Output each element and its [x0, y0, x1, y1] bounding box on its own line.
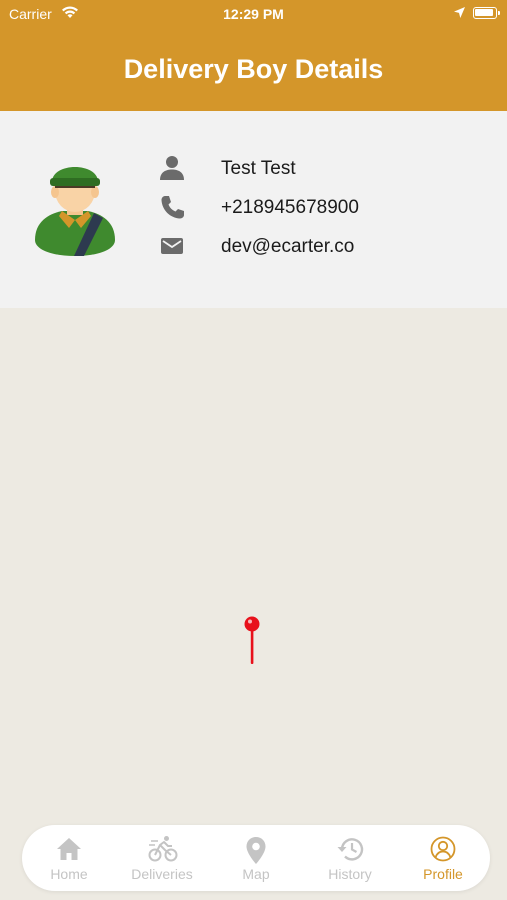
- location-arrow-icon: [454, 7, 465, 18]
- person-icon: [160, 156, 184, 180]
- phone-icon: [161, 196, 184, 219]
- profile-card: Test Test +218945678900 dev@ecarter.co: [0, 111, 507, 308]
- page-title: Delivery Boy Details: [123, 54, 384, 84]
- location-pin-marker[interactable]: [243, 615, 261, 665]
- tab-home-label: Home: [50, 866, 88, 882]
- mail-icon: [161, 238, 183, 254]
- delivery-boy-avatar: [35, 167, 115, 256]
- status-bar: Carrier 12:29 PM: [0, 0, 507, 28]
- map-pin-icon: [246, 837, 266, 864]
- map-view[interactable]: [0, 308, 507, 900]
- name-row: Test Test: [158, 153, 488, 183]
- delivery-boy-email[interactable]: dev@ecarter.co: [221, 236, 354, 258]
- profile-icon: [430, 836, 456, 862]
- tab-home[interactable]: Home: [22, 825, 116, 891]
- tab-history[interactable]: History: [303, 825, 397, 891]
- bottom-tab-bar: Home Deliveries Map History Profile: [22, 825, 490, 891]
- tab-deliveries-label: Deliveries: [131, 866, 193, 882]
- battery-icon: [473, 7, 500, 19]
- email-row: dev@ecarter.co: [158, 231, 488, 261]
- tab-map[interactable]: Map: [209, 825, 303, 891]
- delivery-boy-name: Test Test: [221, 158, 296, 179]
- tab-map-label: Map: [242, 866, 270, 882]
- tab-deliveries[interactable]: Deliveries: [115, 825, 209, 891]
- bicycle-icon: [148, 836, 178, 862]
- clock: 12:29 PM: [223, 6, 284, 22]
- history-icon: [337, 838, 364, 861]
- app-header: Delivery Boy Details: [0, 28, 507, 111]
- tab-history-label: History: [328, 866, 372, 882]
- delivery-boy-phone[interactable]: +218945678900: [221, 197, 359, 219]
- phone-row: +218945678900: [158, 192, 488, 222]
- home-icon: [57, 838, 81, 860]
- tab-profile-label: Profile: [423, 866, 463, 882]
- tab-profile[interactable]: Profile: [396, 825, 490, 891]
